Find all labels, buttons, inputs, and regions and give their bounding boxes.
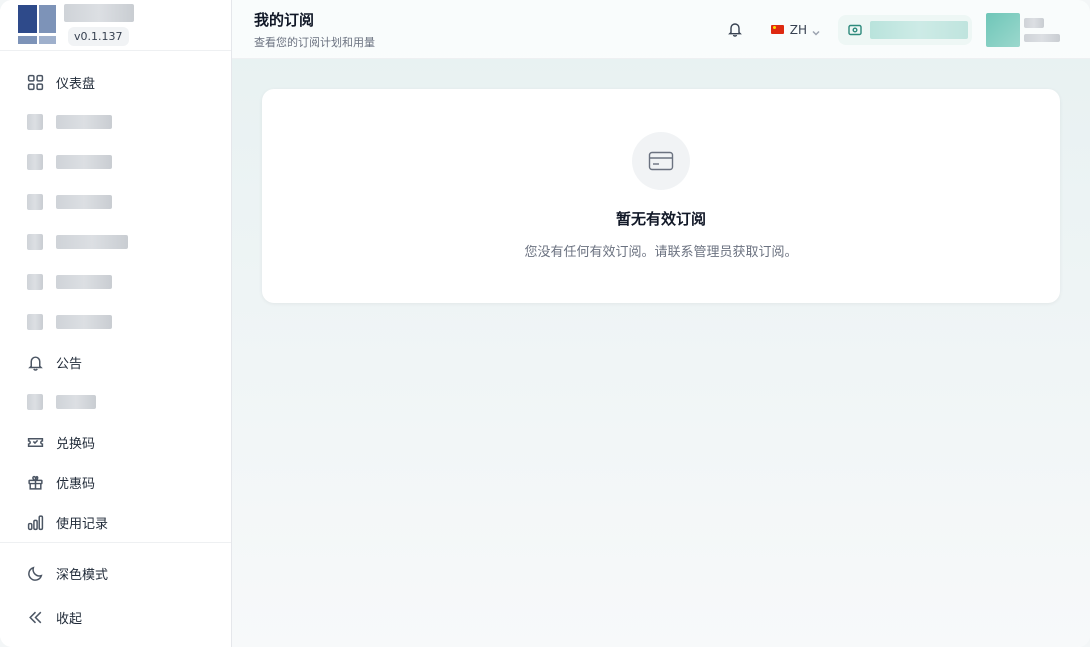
- credit-card-icon: [632, 132, 690, 190]
- sidebar-nav: 仪表盘 公告 兑换码 优惠码 使用记录: [0, 51, 231, 542]
- redacted-icon: [27, 234, 43, 250]
- sidebar-item-usage-records[interactable]: 使用记录: [0, 502, 231, 542]
- sidebar-item-redeem-code[interactable]: 兑换码: [0, 422, 231, 462]
- redacted-label: [56, 315, 112, 329]
- redacted-label: [56, 115, 112, 129]
- gift-icon: [26, 473, 44, 491]
- collapse-label: 收起: [56, 611, 83, 627]
- redacted-icon: [27, 154, 43, 170]
- redacted-label: [56, 275, 112, 289]
- wallet-icon: [848, 24, 862, 35]
- sidebar-item-redacted[interactable]: [0, 142, 231, 182]
- language-label: ZH: [789, 22, 807, 37]
- sidebar-item-redacted[interactable]: [0, 302, 231, 342]
- sidebar: v0.1.137 仪表盘 公告 兑换码 优惠码 使用记录 深色模式 收起: [0, 0, 232, 647]
- logo-icon: [18, 5, 56, 45]
- redacted-label: [56, 395, 96, 409]
- app-window: v0.1.137 仪表盘 公告 兑换码 优惠码 使用记录 深色模式 收起 我的订…: [0, 0, 1090, 647]
- user-menu[interactable]: [986, 12, 1060, 47]
- page-title: 我的订阅: [254, 10, 315, 29]
- sidebar-item-label: 公告: [56, 356, 83, 372]
- notifications-button[interactable]: [727, 21, 745, 39]
- balance-badge[interactable]: [838, 14, 972, 45]
- moon-icon: [26, 564, 44, 582]
- redacted-label: [56, 235, 128, 249]
- brand[interactable]: v0.1.137: [0, 0, 231, 51]
- dark-mode-toggle[interactable]: 深色模式: [0, 551, 231, 595]
- redacted-icon: [27, 314, 43, 330]
- bell-icon: [727, 22, 742, 37]
- sidebar-item-dashboard[interactable]: 仪表盘: [0, 62, 231, 102]
- bell-icon: [26, 353, 44, 371]
- dashboard-grid-icon: [26, 73, 44, 91]
- redacted-icon: [27, 194, 43, 210]
- user-email-redacted: [1024, 33, 1060, 42]
- sidebar-item-label: 优惠码: [56, 476, 96, 492]
- sidebar-item-label: 仪表盘: [56, 76, 96, 92]
- empty-state-description: 您没有任何有效订阅。请联系管理员获取订阅。: [524, 245, 798, 260]
- chevron-down-icon: [812, 26, 820, 36]
- redacted-icon: [27, 114, 43, 130]
- sidebar-item-redacted[interactable]: [0, 382, 231, 422]
- empty-state-title: 暂无有效订阅: [615, 210, 706, 228]
- main-content: 我的订阅 查看您的订阅计划和用量 ZH 暂无有效订阅 您没有任何有效订阅。请联系…: [232, 0, 1090, 647]
- redacted-icon: [27, 274, 43, 290]
- username-redacted: [1024, 17, 1044, 28]
- redacted-label: [56, 195, 112, 209]
- sidebar-item-redacted[interactable]: [0, 182, 231, 222]
- sidebar-item-redacted[interactable]: [0, 102, 231, 142]
- sidebar-item-label: 使用记录: [56, 516, 109, 532]
- sidebar-item-redacted[interactable]: [0, 222, 231, 262]
- china-flag-icon: [770, 25, 784, 34]
- collapse-chevrons-icon: [26, 608, 44, 626]
- page-subtitle: 查看您的订阅计划和用量: [254, 35, 375, 49]
- dark-mode-label: 深色模式: [56, 567, 109, 583]
- bar-chart-icon: [26, 513, 44, 531]
- collapse-sidebar-button[interactable]: 收起: [0, 595, 231, 639]
- sidebar-bottom: 深色模式 收起: [0, 542, 231, 647]
- sidebar-item-coupon[interactable]: 优惠码: [0, 462, 231, 502]
- language-selector[interactable]: ZH: [770, 22, 820, 37]
- sidebar-item-announcements[interactable]: 公告: [0, 342, 231, 382]
- brand-name-redacted: [64, 4, 134, 22]
- ticket-icon: [26, 433, 44, 451]
- balance-value-redacted: [870, 20, 968, 39]
- sidebar-item-label: 兑换码: [56, 436, 96, 452]
- version-badge: v0.1.137: [68, 27, 129, 46]
- redacted-label: [56, 155, 112, 169]
- redacted-icon: [27, 394, 43, 410]
- top-header: 我的订阅 查看您的订阅计划和用量 ZH: [232, 0, 1090, 59]
- sidebar-item-redacted[interactable]: [0, 262, 231, 302]
- avatar: [986, 12, 1020, 47]
- empty-subscription-card: 暂无有效订阅 您没有任何有效订阅。请联系管理员获取订阅。: [262, 89, 1060, 303]
